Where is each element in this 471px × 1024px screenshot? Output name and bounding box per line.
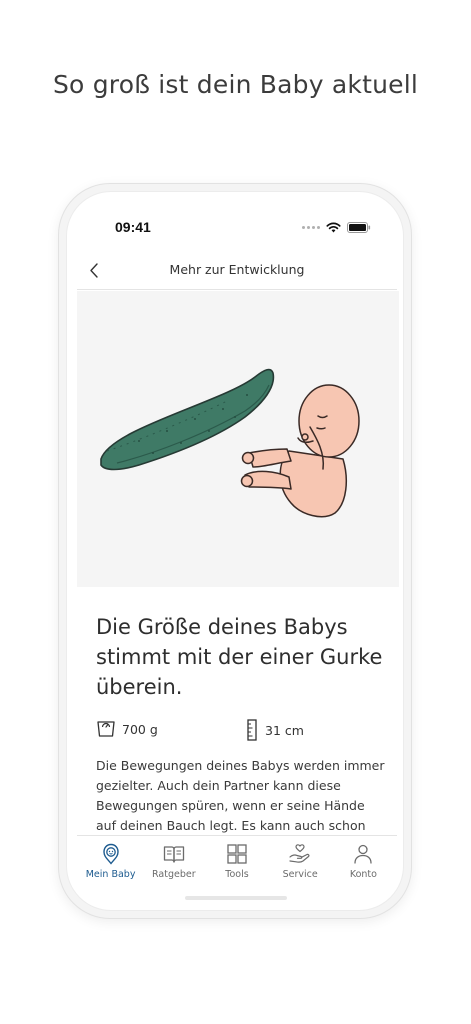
home-indicator (185, 896, 287, 900)
promo-title: So groß ist dein Baby aktuell (52, 70, 418, 99)
tab-service[interactable]: Service (269, 836, 332, 887)
baby-icon (102, 843, 119, 865)
status-time: 09:41 (115, 219, 151, 235)
tab-tools[interactable]: Tools (205, 836, 268, 887)
tab-label: Konto (349, 869, 377, 880)
hand-heart-icon (289, 844, 310, 863)
battery-icon (347, 222, 371, 233)
tab-label: Tools (225, 869, 249, 880)
tab-konto[interactable]: Konto (332, 836, 395, 887)
ruler-icon (247, 719, 257, 741)
tab-label: Ratgeber (152, 869, 196, 880)
tab-mein-baby[interactable]: Mein Baby (79, 836, 142, 887)
status-bar: 09:41 (67, 192, 403, 240)
phone-screen: 09:41 Mehr zur Entwicklung Die Größe dei… (66, 191, 404, 911)
tab-label: Mein Baby (85, 869, 136, 880)
grid-icon (227, 844, 247, 864)
length-stat: 31 cm (245, 719, 304, 741)
person-icon (354, 844, 373, 864)
size-illustration (77, 291, 399, 587)
book-icon (163, 846, 184, 863)
tab-bar: Mein Baby Ratgeber Tools Service Konto (77, 835, 397, 887)
development-description: Die Bewegungen deines Babys werden immer… (96, 758, 385, 833)
weight-stat: 700 g (96, 719, 158, 739)
signal-icon (302, 226, 320, 229)
nav-title: Mehr zur Entwicklung (169, 262, 305, 277)
tab-label: Service (282, 869, 318, 880)
size-headline: Die Größe deines Babys stimmt mit der ei… (96, 615, 383, 699)
wifi-icon (326, 222, 341, 233)
phone-frame: 09:41 Mehr zur Entwicklung Die Größe dei… (58, 183, 412, 919)
length-value: 31 cm (265, 722, 304, 738)
status-icons (302, 222, 371, 233)
weight-value: 700 g (122, 721, 158, 737)
scale-icon (97, 721, 115, 737)
baby-stats: 700 g 31 cm (96, 719, 386, 743)
tab-ratgeber[interactable]: Ratgeber (142, 836, 205, 887)
nav-header: Mehr zur Entwicklung (77, 252, 397, 290)
